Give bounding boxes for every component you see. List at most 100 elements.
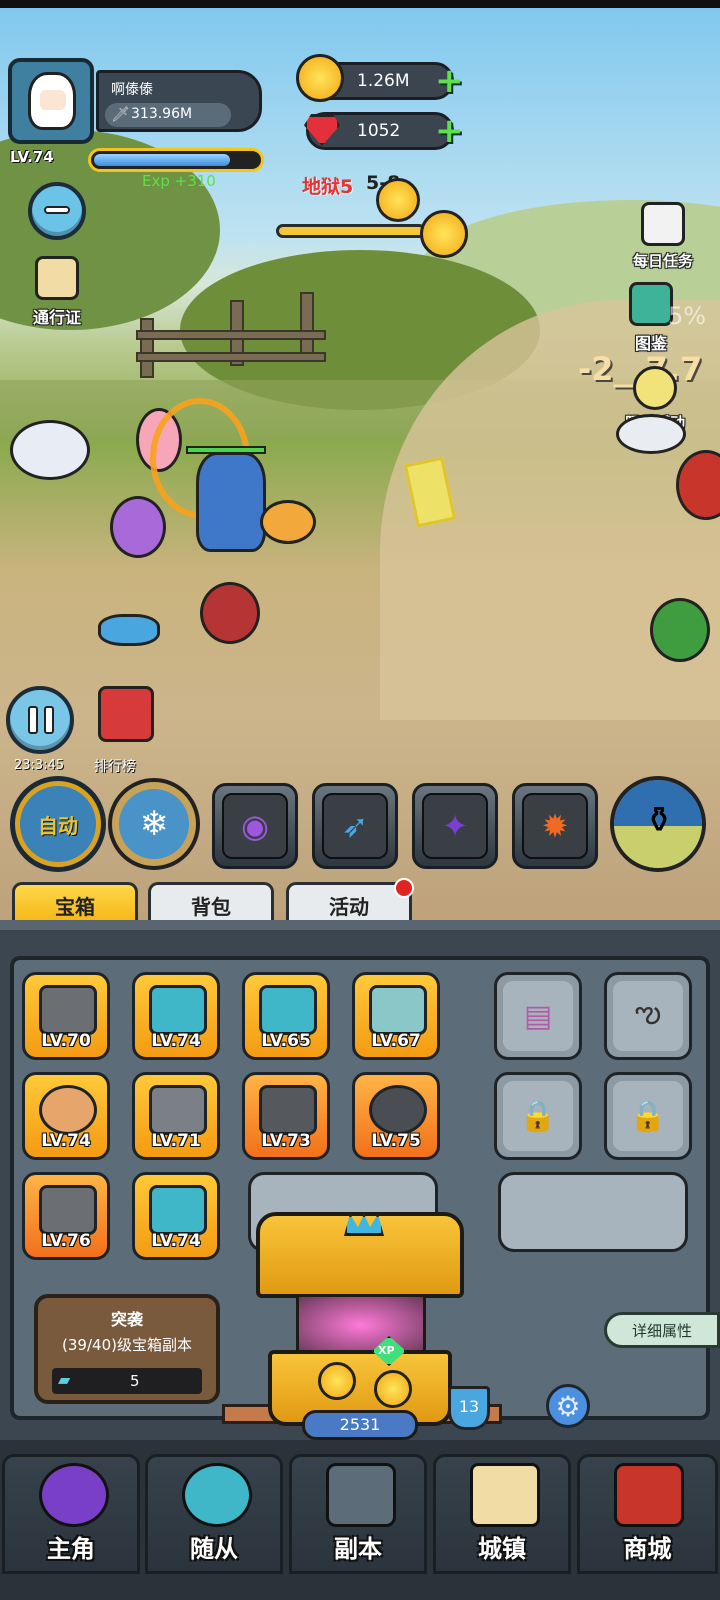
lock-icon: 🔒 <box>503 1081 573 1151</box>
samurai-ally <box>200 582 260 644</box>
player-info-panel: 啊傣傣 🗡 313.96M <box>96 70 262 132</box>
equip-slot-helmet[interactable]: LV.74 <box>132 972 220 1060</box>
party-popper-icon <box>633 366 677 410</box>
raid-panel[interactable]: 突袭 (39/40)级宝箱副本 ▰ 5 <box>34 1294 220 1404</box>
spirit-slot[interactable]: ఌ <box>604 972 692 1060</box>
coin-icon <box>374 1370 412 1408</box>
exp-bar <box>88 148 264 172</box>
spellbook-slot[interactable]: ▤ <box>494 972 582 1060</box>
exp-fill <box>94 154 230 166</box>
nav-dungeon[interactable]: 副本 <box>289 1454 427 1574</box>
equip-slot-crossbow[interactable]: LV.67 <box>352 972 440 1060</box>
nav-followers[interactable]: 随从 <box>145 1454 283 1574</box>
equip-slot-shield[interactable]: LV.75 <box>352 1072 440 1160</box>
equip-level: LV.74 <box>151 1031 201 1051</box>
equip-level: LV.67 <box>371 1031 421 1051</box>
equip-slot-boots[interactable]: LV.76 <box>22 1172 110 1260</box>
damage-percent-text: 5% <box>668 302 707 330</box>
pause-button[interactable] <box>6 686 74 754</box>
skill-vortex[interactable]: ◉ <box>212 783 298 869</box>
stage-difficulty: 地狱5 <box>302 176 354 198</box>
lock-icon: 🔒 <box>613 1081 683 1151</box>
equip-level: LV.74 <box>41 1131 91 1151</box>
skill-raven[interactable]: ✦ <box>412 783 498 869</box>
locked-slot[interactable]: 🔒 <box>604 1072 692 1160</box>
equip-level: LV.74 <box>151 1231 201 1251</box>
details-button[interactable]: 详细属性 <box>604 1312 720 1348</box>
round-shield-icon <box>369 1085 427 1135</box>
crown-icon <box>344 1214 384 1236</box>
tab-chest[interactable]: 宝箱 <box>12 882 138 920</box>
treasure-shop-icon <box>614 1463 684 1527</box>
ranking-button[interactable]: 排行榜 <box>84 686 168 775</box>
bunny-ally <box>110 496 166 558</box>
equip-slot-spear[interactable]: LV.71 <box>132 1072 220 1160</box>
skill-blade[interactable]: ➶ <box>312 783 398 869</box>
auto-button[interactable]: 自动 <box>10 776 106 872</box>
skill-fireball[interactable]: ✹ <box>512 783 598 869</box>
equip-level: LV.73 <box>261 1131 311 1151</box>
daily-tasks-button[interactable]: 每日任务 <box>618 202 708 271</box>
crossbow-icon <box>369 985 427 1035</box>
duck-orb-icon <box>182 1463 252 1527</box>
shield-badge: 13 <box>448 1386 490 1430</box>
empty-slot-wide <box>498 1172 688 1252</box>
skill-frost[interactable]: ❄ <box>108 778 200 870</box>
pass-button[interactable]: 通行证 <box>12 256 102 328</box>
gold-amount: 1.26M <box>357 71 410 91</box>
equip-slot-ring[interactable]: LV.74 <box>22 1072 110 1160</box>
blade-icon: ➶ <box>322 793 388 859</box>
equip-slot-bow[interactable]: LV.73 <box>242 1072 330 1160</box>
fence-post <box>300 292 314 358</box>
xp-badge: XP <box>378 1344 395 1357</box>
raid-title: 突袭 <box>110 1310 143 1329</box>
fence-rail <box>136 352 326 362</box>
equip-level: LV.71 <box>151 1131 201 1151</box>
equip-slot-armor[interactable]: LV.65 <box>242 972 330 1060</box>
nav-hero[interactable]: 主角 <box>2 1454 140 1574</box>
settings-gear-icon[interactable]: ⚙ <box>546 1384 590 1428</box>
battle-scene: 啊傣傣 🗡 313.96M LV.74 Exp +310 1.26M + 105… <box>0 0 720 920</box>
pass-label: 通行证 <box>32 308 81 327</box>
vortex-icon: ◉ <box>222 793 288 859</box>
equip-level: LV.65 <box>261 1031 311 1051</box>
tab-bag[interactable]: 背包 <box>148 882 274 920</box>
magic-staff <box>260 500 316 544</box>
nav-shop[interactable]: 商城 <box>577 1454 718 1574</box>
fence-post <box>140 318 154 378</box>
fence-rail <box>136 330 326 340</box>
equip-level: LV.75 <box>371 1131 421 1151</box>
coin-icon <box>318 1362 356 1400</box>
status-bar <box>0 0 720 8</box>
snowflake-icon: ❄ <box>119 789 189 859</box>
locked-slot[interactable]: 🔒 <box>494 1072 582 1160</box>
wizard-hero <box>196 452 266 552</box>
auto-label: 自动 <box>20 786 96 862</box>
ring-icon <box>39 1085 97 1135</box>
nav-town-label: 城镇 <box>478 1535 526 1563</box>
equip-level: LV.76 <box>41 1231 91 1251</box>
nav-hero-label: 主角 <box>47 1535 95 1563</box>
exp-gain: Exp +310 <box>142 172 216 190</box>
player-avatar[interactable] <box>8 58 94 144</box>
raid-ticket-count: 5 <box>130 1372 140 1390</box>
chest-lid[interactable] <box>256 1212 464 1298</box>
boots-icon <box>39 1185 97 1235</box>
raven-icon: ✦ <box>422 793 488 859</box>
equip-slot-mace[interactable]: LV.70 <box>22 972 110 1060</box>
nav-town[interactable]: 城镇 <box>433 1454 571 1574</box>
chest-count: 2531 <box>302 1410 418 1440</box>
minimize-button[interactable] <box>28 182 86 240</box>
nav-followers-label: 随从 <box>190 1535 238 1563</box>
equip-slot-gauntlet[interactable]: LV.74 <box>132 1172 220 1260</box>
gauntlet-icon <box>149 1185 207 1235</box>
scroll-icon <box>35 256 79 300</box>
add-gems-button[interactable]: + <box>435 114 465 148</box>
add-gold-button[interactable]: + <box>435 64 465 98</box>
nav-shop-label: 商城 <box>623 1535 672 1563</box>
skill-potion[interactable]: ⚱ <box>610 776 706 872</box>
gold-coin-icon <box>296 54 344 102</box>
wizard-hat-icon <box>39 1463 109 1527</box>
notification-dot <box>394 878 414 898</box>
mace-icon <box>39 985 97 1035</box>
